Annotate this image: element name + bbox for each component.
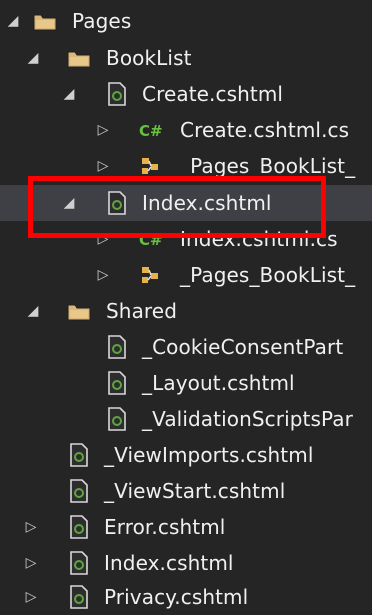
collapsed-arrow-icon[interactable]: ▷ xyxy=(22,518,40,536)
folder-icon xyxy=(32,8,58,34)
tree-item-booklist[interactable]: ◢ BookList xyxy=(0,40,372,76)
razor-file-icon xyxy=(104,370,130,396)
expanded-arrow-icon[interactable]: ◢ xyxy=(24,49,42,67)
folder-icon xyxy=(66,298,92,324)
generated-class-icon xyxy=(138,153,164,179)
tree-item-label: Privacy.cshtml xyxy=(104,585,249,609)
collapsed-arrow-icon[interactable]: ▷ xyxy=(94,230,112,248)
expanded-arrow-icon[interactable]: ◢ xyxy=(4,12,22,30)
expanded-arrow-icon[interactable]: ◢ xyxy=(24,302,42,320)
tree-item-create-cshtml[interactable]: ◢ Create.cshtml xyxy=(0,76,372,112)
tree-item-pages-booklist-class-2[interactable]: ▷ _Pages_BookList_ xyxy=(0,257,372,293)
tree-item-privacy-cshtml[interactable]: ▷ Privacy.cshtml xyxy=(0,579,372,615)
tree-item-view-imports[interactable]: _ViewImports.cshtml xyxy=(0,437,372,473)
tree-item-index-cshtml-cs[interactable]: ▷ C# Index.cshtml.cs xyxy=(0,221,372,257)
collapsed-arrow-icon[interactable]: ▷ xyxy=(94,121,112,139)
tree-item-label: Shared xyxy=(106,299,178,323)
razor-file-icon xyxy=(66,478,92,504)
razor-file-icon xyxy=(66,584,92,610)
tree-item-validation-scripts-partial[interactable]: _ValidationScriptsPar xyxy=(0,401,372,437)
tree-item-label: Index.cshtml xyxy=(142,191,272,215)
razor-file-icon xyxy=(66,442,92,468)
svg-text:C#: C# xyxy=(139,122,163,140)
tree-item-layout-cshtml[interactable]: _Layout.cshtml xyxy=(0,365,372,401)
svg-text:C#: C# xyxy=(139,231,163,249)
generated-class-icon xyxy=(138,262,164,288)
tree-item-label: Create.cshtml.cs xyxy=(180,118,350,142)
tree-item-index-cshtml-selected[interactable]: ◢ Index.cshtml xyxy=(0,185,372,221)
tree-item-label: _Pages_BookList_ xyxy=(180,154,356,178)
tree-item-label: BookList xyxy=(106,46,192,70)
tree-item-cookie-consent-partial[interactable]: _CookieConsentPart xyxy=(0,329,372,365)
tree-item-create-cshtml-cs[interactable]: ▷ C# Create.cshtml.cs xyxy=(0,112,372,148)
folder-icon xyxy=(66,45,92,71)
razor-file-icon xyxy=(66,550,92,576)
collapsed-arrow-icon[interactable]: ▷ xyxy=(94,266,112,284)
tree-item-pages[interactable]: ◢ Pages xyxy=(0,3,372,39)
csharp-file-icon: C# xyxy=(138,117,164,143)
tree-item-label: _ValidationScriptsPar xyxy=(142,407,353,431)
collapsed-arrow-icon[interactable]: ▷ xyxy=(22,554,40,572)
razor-file-icon xyxy=(104,406,130,432)
expanded-arrow-icon[interactable]: ◢ xyxy=(60,194,78,212)
solution-explorer-tree: ◢ Pages ◢ BookList ◢ Create.cshtml ▷ C# … xyxy=(0,0,372,613)
tree-item-pages-booklist-class[interactable]: ▷ _Pages_BookList_ xyxy=(0,148,372,184)
tree-item-label: _Pages_BookList_ xyxy=(180,263,356,287)
tree-item-label: Index.cshtml xyxy=(104,551,234,575)
razor-file-icon xyxy=(66,514,92,540)
tree-item-root-index-cshtml[interactable]: ▷ Index.cshtml xyxy=(0,545,372,581)
tree-item-label: Index.cshtml.cs xyxy=(180,227,338,251)
tree-item-label: Error.cshtml xyxy=(104,515,226,539)
razor-file-icon xyxy=(104,334,130,360)
razor-file-icon xyxy=(104,81,130,107)
tree-item-label: _ViewStart.cshtml xyxy=(104,479,286,503)
tree-item-view-start[interactable]: _ViewStart.cshtml xyxy=(0,473,372,509)
csharp-file-icon: C# xyxy=(138,226,164,252)
tree-item-label: Pages xyxy=(72,9,132,33)
tree-item-shared[interactable]: ◢ Shared xyxy=(0,293,372,329)
tree-item-label: Create.cshtml xyxy=(142,82,284,106)
tree-item-label: _ViewImports.cshtml xyxy=(104,443,314,467)
tree-item-error-cshtml[interactable]: ▷ Error.cshtml xyxy=(0,509,372,545)
razor-file-icon xyxy=(104,190,130,216)
expanded-arrow-icon[interactable]: ◢ xyxy=(60,85,78,103)
tree-item-label: _Layout.cshtml xyxy=(142,371,295,395)
tree-item-label: _CookieConsentPart xyxy=(142,335,344,359)
collapsed-arrow-icon[interactable]: ▷ xyxy=(94,157,112,175)
collapsed-arrow-icon[interactable]: ▷ xyxy=(22,588,40,606)
